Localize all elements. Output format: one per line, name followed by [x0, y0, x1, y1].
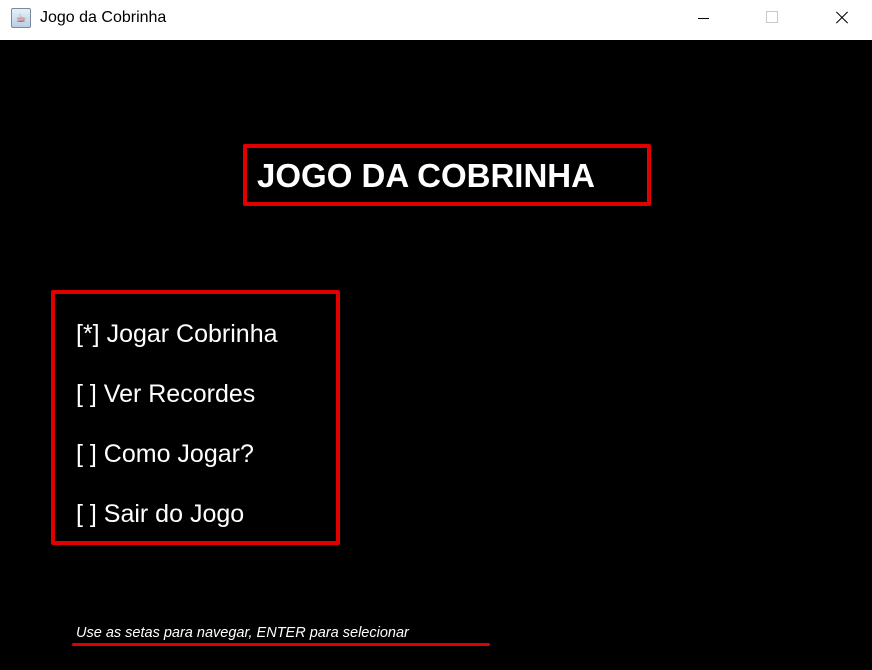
menu-item-jogar-cobrinha[interactable]: [*] Jogar Cobrinha: [76, 319, 278, 349]
main-menu: [*] Jogar Cobrinha [ ] Ver Recordes [ ] …: [51, 290, 340, 545]
window-title: Jogo da Cobrinha: [40, 9, 167, 26]
menu-item-como-jogar[interactable]: [ ] Como Jogar?: [76, 439, 254, 469]
game-title: JOGO DA COBRINHA: [257, 157, 595, 194]
navigation-hint: Use as setas para navegar, ENTER para se…: [76, 625, 409, 641]
java-cup-icon: ☕: [11, 8, 31, 28]
close-button[interactable]: [820, 0, 866, 40]
game-title-frame: JOGO DA COBRINHA: [243, 144, 651, 206]
menu-item-ver-recordes[interactable]: [ ] Ver Recordes: [76, 379, 255, 409]
hint-underline: [72, 643, 490, 646]
maximize-button[interactable]: [750, 0, 796, 40]
game-canvas[interactable]: JOGO DA COBRINHA [*] Jogar Cobrinha [ ] …: [0, 40, 872, 670]
minimize-button[interactable]: [680, 0, 726, 40]
menu-item-sair-do-jogo[interactable]: [ ] Sair do Jogo: [76, 499, 244, 529]
window-titlebar[interactable]: ☕ Jogo da Cobrinha: [0, 0, 872, 40]
